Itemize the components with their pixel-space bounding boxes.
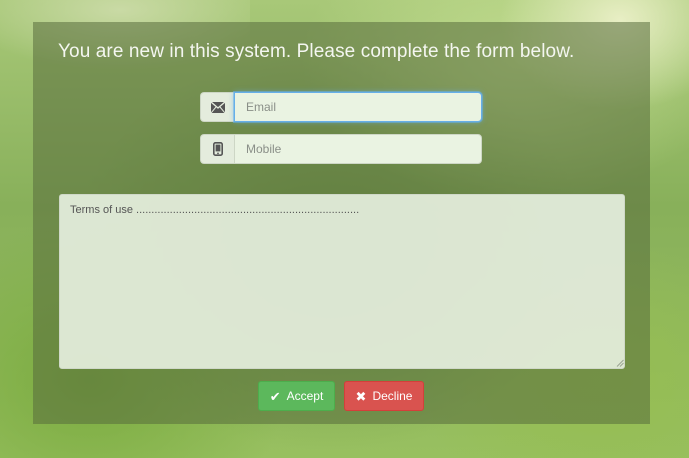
accept-button[interactable]: ✔ Accept <box>258 381 335 411</box>
accept-button-label: Accept <box>286 389 324 403</box>
mobile-phone-icon-svg <box>212 142 223 156</box>
checkmark-icon: ✔ <box>269 388 281 404</box>
decline-button-label: Decline <box>372 389 413 403</box>
mobile-field[interactable] <box>234 134 482 164</box>
registration-panel: You are new in this system. Please compl… <box>33 22 650 424</box>
mobile-phone-icon <box>200 134 234 164</box>
mobile-input-group <box>200 134 482 164</box>
resize-handle-icon[interactable] <box>616 359 624 367</box>
envelope-icon-svg <box>210 101 225 113</box>
envelope-icon <box>200 92 234 122</box>
decline-button[interactable]: ✖ Decline <box>344 381 424 411</box>
email-input-group <box>200 92 482 122</box>
form-title: You are new in this system. Please compl… <box>58 41 575 62</box>
x-icon: ✖ <box>355 388 367 404</box>
terms-of-use-textarea[interactable]: Terms of use ...........................… <box>59 194 625 369</box>
email-field[interactable] <box>234 92 482 122</box>
